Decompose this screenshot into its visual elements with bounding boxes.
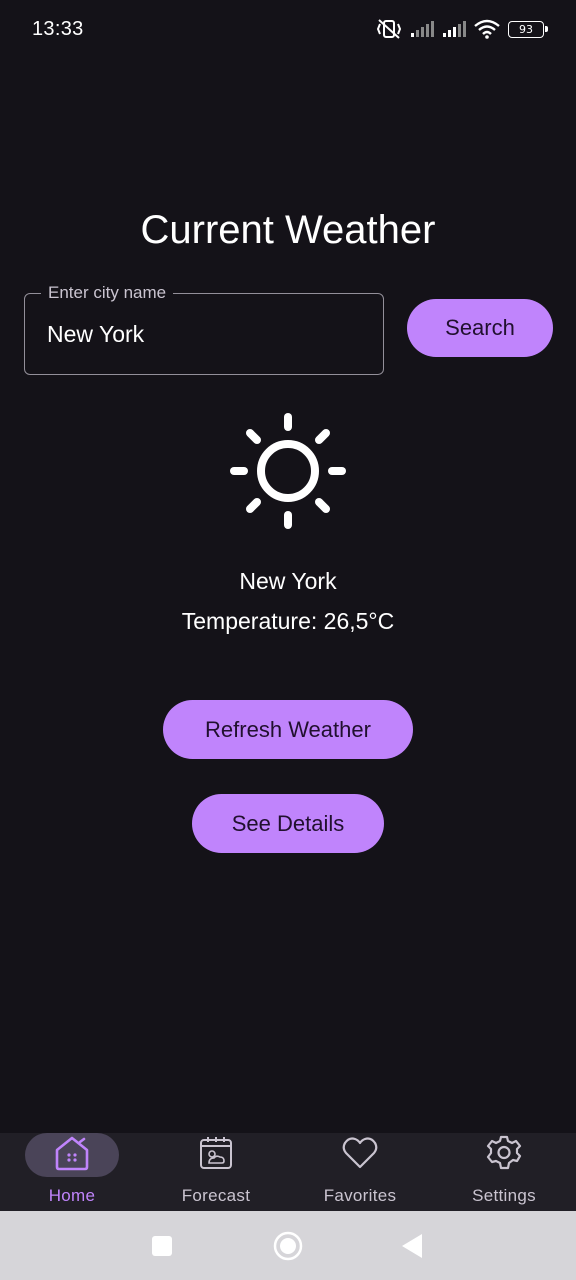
weather-city: New York xyxy=(239,568,337,594)
see-details-button[interactable]: See Details xyxy=(192,794,384,853)
page-title: Current Weather xyxy=(140,208,436,252)
sun-icon xyxy=(228,411,348,531)
status-icons: 93 xyxy=(376,18,548,40)
mute-vibrate-icon xyxy=(376,18,402,40)
gear-icon xyxy=(486,1135,522,1176)
status-time: 13:33 xyxy=(32,17,84,40)
nav-label-settings: Settings xyxy=(472,1186,536,1205)
battery-icon: 93 xyxy=(508,20,548,38)
signal-icon xyxy=(442,20,466,38)
nav-label-home: Home xyxy=(48,1186,96,1205)
city-field[interactable]: Enter city name xyxy=(24,283,384,375)
back-button[interactable] xyxy=(400,1211,424,1280)
system-nav-bar xyxy=(0,1211,576,1280)
nav-item-settings[interactable]: Settings xyxy=(432,1133,576,1211)
signal-icon xyxy=(410,20,434,38)
nav-label-forecast: Forecast xyxy=(181,1186,251,1205)
home-icon xyxy=(53,1134,91,1177)
forecast-icon xyxy=(198,1135,234,1176)
city-input[interactable] xyxy=(47,294,367,374)
nav-item-favorites[interactable]: Favorites xyxy=(288,1133,432,1211)
status-bar: 13:33 93 xyxy=(0,0,576,58)
nav-indicator xyxy=(25,1133,119,1177)
search-button[interactable]: Search xyxy=(407,299,553,357)
nav-item-forecast[interactable]: Forecast xyxy=(144,1133,288,1211)
nav-label-favorites: Favorites xyxy=(323,1186,397,1205)
heart-icon xyxy=(341,1135,379,1176)
refresh-weather-button[interactable]: Refresh Weather xyxy=(163,700,413,759)
bottom-nav: Home Forecast Favorites Settings xyxy=(0,1133,576,1211)
nav-item-home[interactable]: Home xyxy=(0,1133,144,1211)
recents-button[interactable] xyxy=(150,1211,174,1280)
wifi-icon xyxy=(474,19,500,39)
home-system-button[interactable] xyxy=(272,1211,304,1280)
weather-temperature: Temperature: 26,5°C xyxy=(181,608,395,634)
